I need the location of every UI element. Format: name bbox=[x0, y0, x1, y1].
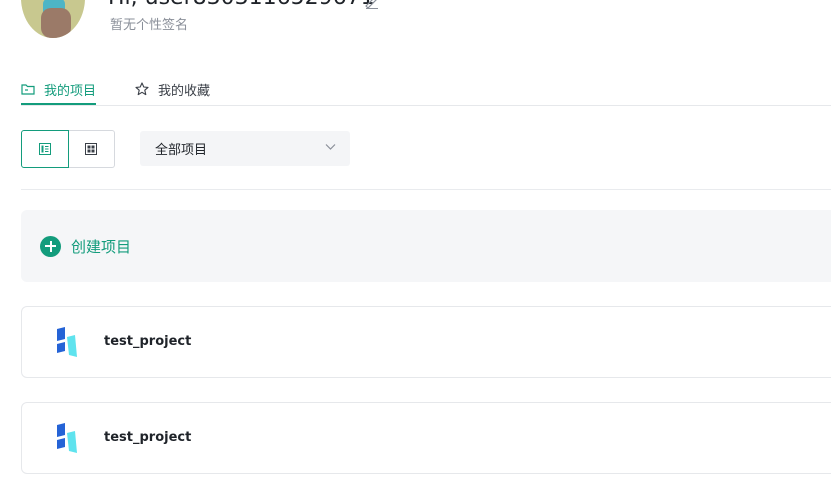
create-project-label: 创建项目 bbox=[71, 237, 132, 256]
avatar[interactable] bbox=[21, 0, 85, 38]
chevron-down-icon bbox=[325, 144, 336, 150]
folder-icon bbox=[21, 84, 35, 95]
project-logo-icon bbox=[57, 327, 77, 357]
project-logo-icon bbox=[57, 423, 77, 453]
grid-view-icon bbox=[85, 143, 97, 155]
user-signature: 暂无个性签名 bbox=[110, 18, 189, 33]
tab-my-favorites-label: 我的收藏 bbox=[158, 83, 211, 99]
project-name: test_project bbox=[104, 430, 192, 445]
list-view-icon bbox=[39, 143, 51, 155]
project-tabs: 我的项目 我的收藏 bbox=[21, 74, 831, 106]
project-filter-value: 全部项目 bbox=[155, 143, 208, 158]
project-card[interactable]: test_project bbox=[21, 402, 831, 474]
list-view-button[interactable] bbox=[21, 130, 69, 168]
edit-icon[interactable] bbox=[364, 0, 380, 9]
tab-my-projects[interactable]: 我的项目 bbox=[21, 74, 97, 105]
grid-view-button[interactable] bbox=[68, 130, 115, 168]
tab-my-projects-label: 我的项目 bbox=[44, 83, 97, 99]
project-name: test_project bbox=[104, 334, 192, 349]
star-icon bbox=[135, 82, 149, 96]
tab-my-favorites[interactable]: 我的收藏 bbox=[135, 74, 210, 104]
create-project-button[interactable]: 创建项目 bbox=[21, 210, 831, 282]
plus-circle-icon bbox=[40, 235, 61, 257]
project-card[interactable]: test_project bbox=[21, 306, 831, 378]
greeting-title: Hi, user8303116529671 bbox=[108, 0, 375, 10]
view-toggle bbox=[21, 130, 116, 168]
project-filter-select[interactable]: 全部项目 bbox=[140, 131, 350, 166]
divider bbox=[21, 189, 831, 190]
